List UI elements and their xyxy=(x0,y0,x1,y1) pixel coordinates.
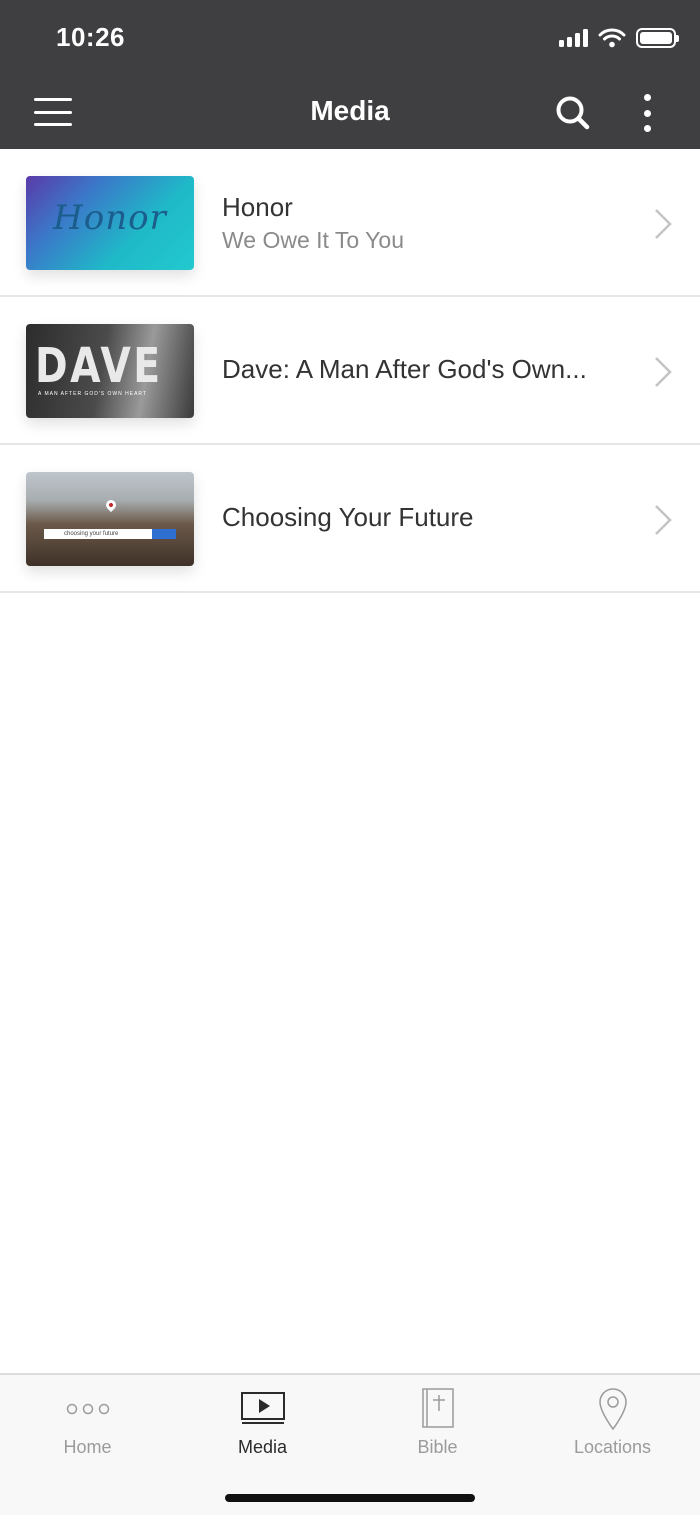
media-item-honor[interactable]: Honor Honor We Owe It To You xyxy=(0,149,700,297)
map-pin-icon xyxy=(103,497,119,513)
dots-icon xyxy=(66,1403,109,1415)
media-subtitle: We Owe It To You xyxy=(222,227,404,253)
chevron-right-icon xyxy=(655,357,672,387)
search-button[interactable] xyxy=(552,92,594,134)
media-thumbnail: DAVE A MAN AFTER GOD'S OWN HEART xyxy=(26,324,194,418)
more-options-button[interactable] xyxy=(638,92,656,134)
status-time: 10:26 xyxy=(56,22,125,52)
thumbnail-search-button xyxy=(152,529,176,539)
tab-label: Locations xyxy=(573,1437,652,1457)
tab-label: Home xyxy=(63,1437,112,1457)
media-title: Dave: A Man After God's Own... xyxy=(222,354,587,384)
more-vertical-icon xyxy=(643,94,651,101)
play-screen-icon xyxy=(240,1392,285,1424)
thumbnail-title: DAVE xyxy=(35,338,163,394)
media-thumbnail: Honor xyxy=(26,176,194,270)
tab-label: Media xyxy=(237,1437,288,1457)
media-title: Honor xyxy=(222,192,293,222)
media-title: Choosing Your Future xyxy=(222,502,474,532)
wifi-icon xyxy=(598,28,626,48)
tab-media[interactable]: Media xyxy=(175,1375,350,1475)
tab-bible[interactable]: Bible xyxy=(350,1375,525,1475)
location-pin-icon xyxy=(598,1388,627,1431)
signal-icon xyxy=(559,29,588,47)
page-title: Media xyxy=(310,95,390,126)
media-item-dave[interactable]: DAVE A MAN AFTER GOD'S OWN HEART Dave: A… xyxy=(0,297,700,445)
thumbnail-search-bar: choosing your future xyxy=(44,529,152,539)
chevron-right-icon xyxy=(655,209,672,239)
thumbnail-title: Honor xyxy=(53,198,167,238)
chevron-right-icon xyxy=(655,505,672,535)
status-icons xyxy=(559,26,679,50)
media-list: Honor Honor We Owe It To You DAVE A MAN … xyxy=(0,149,700,593)
media-thumbnail: choosing your future xyxy=(26,472,194,566)
battery-icon xyxy=(636,28,679,48)
tab-label: Bible xyxy=(417,1437,458,1457)
tab-home[interactable]: Home xyxy=(0,1375,175,1475)
media-item-choosing-your-future[interactable]: choosing your future Choosing Your Futur… xyxy=(0,445,700,593)
top-bar: 10:26 Media xyxy=(0,0,700,149)
home-indicator xyxy=(225,1494,475,1502)
tab-locations[interactable]: Locations xyxy=(525,1375,700,1475)
nav-bar: Media xyxy=(0,78,700,149)
thumbnail-tagline: A MAN AFTER GOD'S OWN HEART xyxy=(38,391,147,397)
search-icon xyxy=(556,96,590,130)
bible-icon xyxy=(421,1388,454,1428)
